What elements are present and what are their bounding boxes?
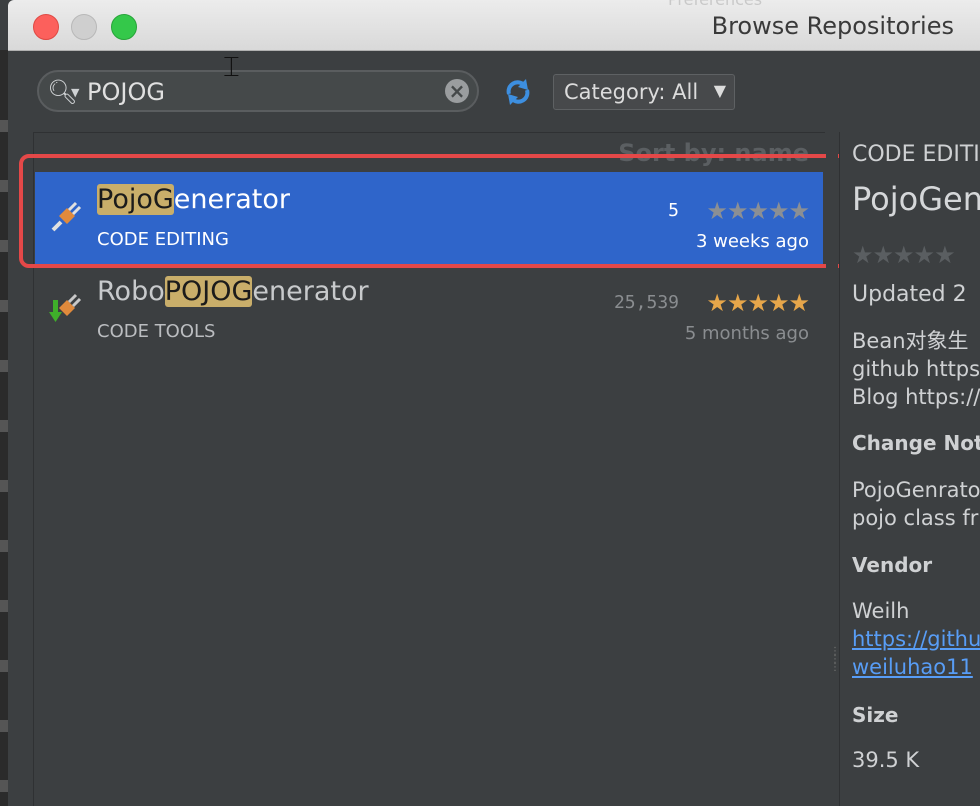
plugin-plug-icon — [51, 201, 82, 232]
vendor-name: Weilh — [852, 599, 910, 623]
vendor-url-link[interactable]: https://githul — [852, 625, 980, 653]
minimize-window-button[interactable] — [71, 14, 97, 40]
rating-stars: ★★★★★ — [706, 197, 810, 225]
plugin-name-rest: enerator — [252, 276, 369, 307]
size-value: 39.5 K — [852, 748, 920, 772]
title-bar: Preferences Browse Repositories — [8, 0, 980, 51]
background-window-strip — [0, 50, 8, 806]
plugin-name: PojoGenerator — [97, 184, 290, 215]
clear-search-icon[interactable]: × — [445, 79, 469, 103]
change-notes-line: pojo class fr — [852, 506, 979, 530]
change-notes-heading: Change Note — [852, 431, 980, 455]
plugin-name-prefix: Robo — [97, 276, 165, 307]
chevron-down-icon: ▼ — [713, 81, 726, 100]
description-line: Blog https:// — [852, 385, 980, 409]
description-line: Bean对象生 — [852, 329, 969, 353]
vendor-heading: Vendor — [852, 553, 933, 577]
search-match-highlight: PojoG — [97, 184, 174, 215]
search-field[interactable]: 🔍︎ ▼ × — [37, 70, 479, 112]
close-window-button[interactable] — [33, 14, 59, 40]
change-notes: PojoGenrato pojo class fr — [852, 476, 980, 532]
background-window-title: Preferences — [668, 0, 762, 9]
plugin-list-item-pojogenerator[interactable]: PojoGenerator CODE EDITING 5 ★★★★★ 3 wee… — [35, 172, 823, 264]
plugin-updated: 3 weeks ago — [695, 231, 809, 252]
category-dropdown-label: Category: All — [564, 80, 699, 104]
vendor-info: Weilh https://githul weiluhao11 — [852, 597, 980, 681]
plugin-downloads: 25,539 — [613, 292, 679, 313]
plugin-download-icon — [49, 293, 82, 322]
details-category: CODE EDITI — [852, 142, 980, 167]
plugin-category: CODE EDITING — [97, 229, 229, 250]
splitter[interactable] — [826, 132, 838, 806]
sort-by-dropdown[interactable]: Sort by: name — [618, 139, 809, 167]
plugin-name-rest: enerator — [173, 184, 290, 215]
size-heading: Size — [852, 703, 899, 727]
refresh-icon[interactable] — [502, 76, 534, 108]
vendor-email-link[interactable]: weiluhao11 — [852, 653, 980, 681]
plugin-downloads: 5 — [668, 200, 679, 221]
maximize-window-button[interactable] — [111, 14, 137, 40]
category-dropdown[interactable]: Category: All ▼ — [553, 74, 735, 110]
window-title: Browse Repositories — [711, 12, 954, 40]
details-rating-stars: ★★★★★ — [852, 241, 956, 269]
plugin-name: RoboPOJOGenerator — [97, 276, 369, 307]
search-history-dropdown-icon[interactable]: ▼ — [71, 86, 79, 99]
search-input[interactable] — [85, 76, 439, 108]
plugin-category: CODE TOOLS — [97, 321, 216, 342]
text-cursor-icon: ⌶ — [223, 50, 240, 83]
plugin-updated: 5 months ago — [684, 323, 809, 344]
change-notes-line: PojoGenrato — [852, 478, 980, 502]
plugin-list-item-robopojogenerator[interactable]: RoboPOJOGenerator CODE TOOLS 25,539 ★★★★… — [35, 264, 823, 356]
description-line: github https — [852, 357, 980, 381]
rating-stars: ★★★★★ — [706, 289, 810, 317]
details-description: Bean对象生 github https Blog https:// — [852, 327, 980, 411]
plugin-list[interactable]: Sort by: name PojoGenerator CODE EDITING… — [33, 132, 825, 806]
details-updated: Updated 2 — [852, 282, 967, 307]
details-plugin-name: PojoGen — [852, 180, 980, 218]
plugin-details-panel: CODE EDITI PojoGen ★★★★★ Updated 2 Bean对… — [839, 132, 980, 806]
search-match-highlight: POJOG — [164, 276, 253, 307]
